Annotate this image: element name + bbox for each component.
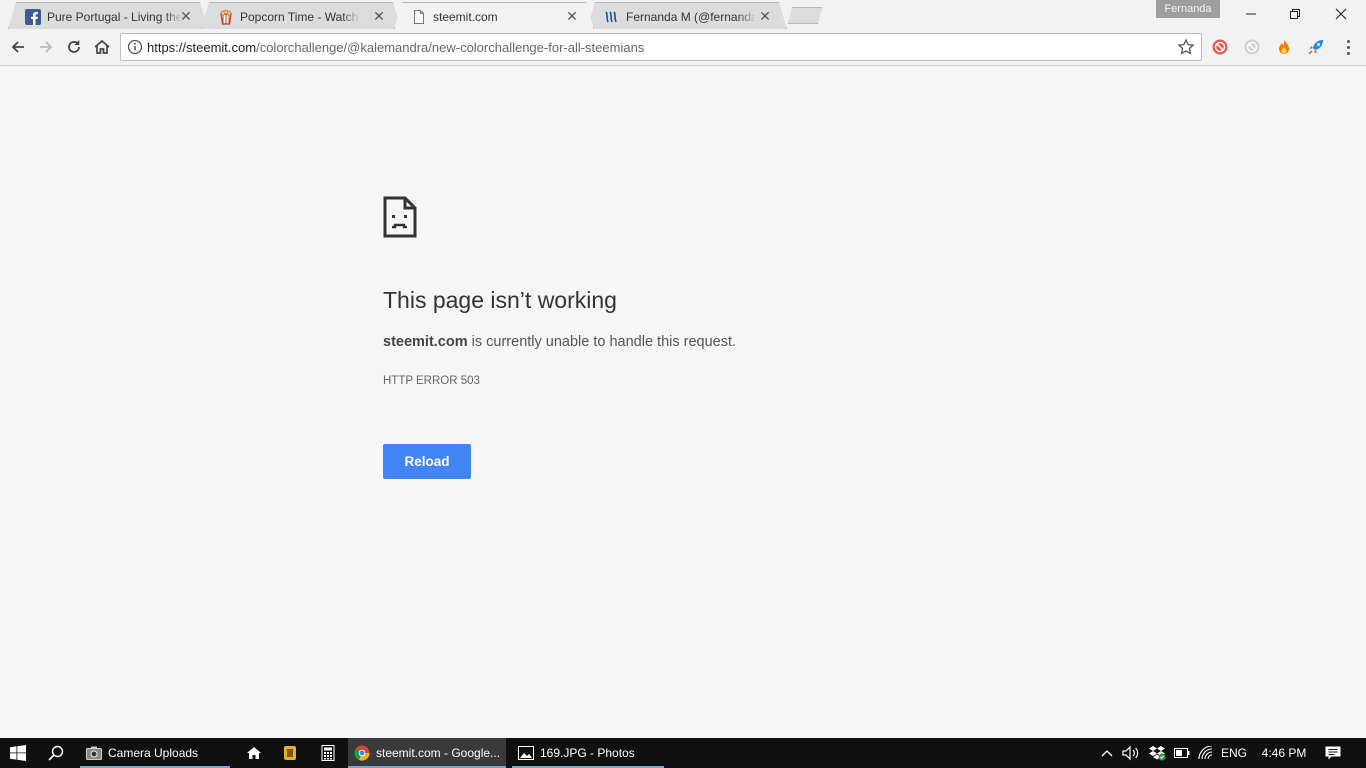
photos-icon bbox=[518, 746, 534, 760]
forward-arrow-icon bbox=[40, 41, 53, 53]
dropbox-tray[interactable] bbox=[1146, 738, 1168, 768]
close-icon[interactable]: ✕ bbox=[565, 9, 579, 23]
info-icon[interactable] bbox=[127, 39, 143, 55]
volume-tray[interactable] bbox=[1120, 738, 1142, 768]
wifi-tray[interactable] bbox=[1196, 738, 1216, 768]
browser-menu-button[interactable] bbox=[1338, 37, 1358, 57]
taskbar-app-camera-uploads[interactable]: Camera Uploads bbox=[80, 738, 230, 768]
taskbar-app-label: Camera Uploads bbox=[108, 746, 199, 760]
steemit-icon bbox=[604, 9, 620, 25]
close-window-button[interactable] bbox=[1318, 0, 1364, 28]
close-icon bbox=[1335, 8, 1347, 20]
close-icon[interactable]: ✕ bbox=[179, 9, 193, 23]
menu-dot bbox=[1346, 45, 1350, 49]
url-text: https://steemit.com/colorchallenge/@kale… bbox=[147, 40, 644, 55]
flame-icon[interactable] bbox=[1275, 38, 1293, 56]
error-host: steemit.com bbox=[383, 334, 468, 350]
close-icon[interactable]: ✕ bbox=[372, 9, 386, 23]
tab-title: Fernanda M (@fernanda bbox=[626, 10, 756, 24]
wifi-icon bbox=[1198, 746, 1213, 760]
tab-pure-portugal[interactable]: Pure Portugal - Living the ✕ bbox=[8, 2, 208, 29]
start-button[interactable] bbox=[0, 738, 36, 768]
tab-title: Pure Portugal - Living the bbox=[47, 10, 183, 24]
profile-button[interactable]: Fernanda bbox=[1156, 0, 1220, 18]
minimize-icon bbox=[1246, 13, 1256, 15]
back-button[interactable] bbox=[6, 35, 30, 59]
menu-dot bbox=[1346, 51, 1350, 55]
rocket-icon[interactable] bbox=[1307, 38, 1325, 56]
close-icon[interactable]: ✕ bbox=[758, 9, 772, 23]
error-title: This page isn’t working bbox=[383, 287, 617, 313]
dropbox-icon bbox=[1149, 746, 1166, 761]
disabled-blocker-icon[interactable] bbox=[1243, 38, 1261, 56]
windows-taskbar: Camera Uploads steemit.com - Google... 1… bbox=[0, 738, 1366, 768]
minimize-button[interactable] bbox=[1228, 0, 1274, 28]
taskbar-app-label: 169.JPG - Photos bbox=[540, 746, 635, 760]
tab-steemit-active[interactable]: steemit.com ✕ bbox=[394, 2, 594, 29]
battery-tray[interactable] bbox=[1172, 738, 1192, 768]
language-indicator[interactable]: ENG bbox=[1220, 738, 1248, 768]
page-icon bbox=[411, 9, 427, 25]
url-host: https://steemit.com bbox=[147, 40, 257, 55]
app-icon bbox=[284, 746, 296, 760]
browser-toolbar: https://steemit.com/colorchallenge/@kale… bbox=[0, 29, 1366, 66]
tab-fernanda[interactable]: Fernanda M (@fernanda ✕ bbox=[587, 2, 787, 29]
chrome-icon bbox=[354, 745, 370, 761]
chevron-up-icon bbox=[1101, 750, 1113, 757]
calculator-icon bbox=[321, 745, 335, 761]
battery-icon bbox=[1174, 748, 1190, 758]
taskbar-pin-home[interactable] bbox=[244, 738, 264, 768]
error-description: steemit.com is currently unable to handl… bbox=[383, 334, 736, 350]
sad-page-icon bbox=[383, 196, 417, 238]
forward-button[interactable] bbox=[34, 35, 58, 59]
tab-title: Popcorn Time - Watch Si bbox=[240, 10, 360, 24]
search-button[interactable] bbox=[40, 738, 72, 768]
camera-icon bbox=[86, 746, 102, 760]
notification-icon bbox=[1325, 746, 1341, 760]
facebook-icon bbox=[25, 9, 41, 25]
home-button[interactable] bbox=[90, 35, 114, 59]
tab-title: steemit.com bbox=[433, 10, 553, 24]
back-arrow-icon bbox=[11, 41, 24, 53]
taskbar-app-photos[interactable]: 169.JPG - Photos bbox=[512, 738, 664, 768]
error-message: is currently unable to handle this reque… bbox=[467, 334, 737, 350]
clock[interactable]: 4:46 PM bbox=[1256, 738, 1312, 768]
refresh-icon bbox=[68, 40, 80, 53]
blocker-icon[interactable] bbox=[1211, 38, 1229, 56]
tab-strip: Pure Portugal - Living the ✕ Popcorn Tim… bbox=[0, 0, 1366, 29]
restore-icon bbox=[1290, 9, 1300, 19]
taskbar-app-label: steemit.com - Google... bbox=[376, 746, 501, 760]
new-tab-button[interactable] bbox=[788, 7, 822, 24]
url-path: /colorchallenge/@kalemandra/new-colorcha… bbox=[256, 40, 645, 55]
search-icon bbox=[48, 745, 64, 761]
popcorn-icon bbox=[218, 9, 234, 25]
reload-button[interactable]: Reload bbox=[383, 444, 471, 479]
taskbar-pin-app[interactable] bbox=[280, 738, 300, 768]
bookmark-star-icon[interactable] bbox=[1177, 38, 1195, 56]
reload-toolbar-button[interactable] bbox=[62, 35, 86, 59]
restore-button[interactable] bbox=[1272, 0, 1318, 28]
home-icon bbox=[247, 747, 261, 759]
windows-logo-icon bbox=[10, 745, 26, 761]
tab-popcorn-time[interactable]: Popcorn Time - Watch Si ✕ bbox=[201, 2, 401, 29]
speaker-icon bbox=[1122, 745, 1139, 761]
address-bar[interactable]: https://steemit.com/colorchallenge/@kale… bbox=[120, 33, 1202, 61]
taskbar-app-chrome[interactable]: steemit.com - Google... bbox=[348, 738, 506, 768]
action-center-button[interactable] bbox=[1320, 738, 1346, 768]
show-hidden-icons[interactable] bbox=[1098, 738, 1116, 768]
home-icon bbox=[94, 39, 110, 54]
error-code: HTTP ERROR 503 bbox=[383, 375, 480, 387]
menu-dot bbox=[1346, 39, 1350, 43]
taskbar-pin-calculator[interactable] bbox=[318, 738, 338, 768]
